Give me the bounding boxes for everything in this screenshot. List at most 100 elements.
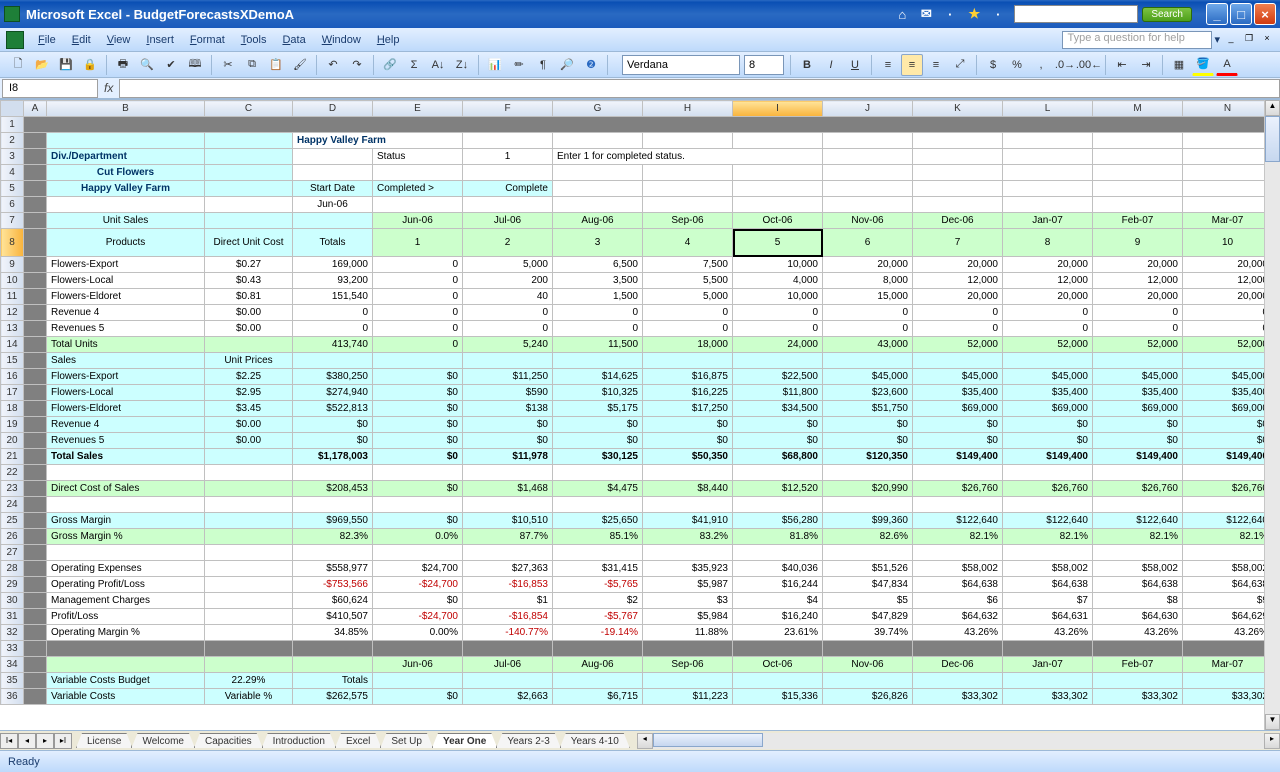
menu-file[interactable]: File xyxy=(30,32,64,48)
cell[interactable]: $58,002 xyxy=(1093,561,1183,577)
cell[interactable]: $122,640 xyxy=(1003,513,1093,529)
cell[interactable]: $0 xyxy=(1003,417,1093,433)
col-header-A[interactable]: A xyxy=(24,101,47,117)
cell[interactable]: -$16,854 xyxy=(463,609,553,625)
cell[interactable]: -140.77% xyxy=(463,625,553,641)
cell[interactable] xyxy=(643,197,733,213)
cell[interactable] xyxy=(1003,497,1093,513)
cell[interactable] xyxy=(823,545,913,561)
cell[interactable]: Gross Margin % xyxy=(47,529,205,545)
cell[interactable] xyxy=(1093,673,1183,689)
worksheet-grid[interactable]: ABCDEFGHIJKLMN12Happy Valley Farm3Div./D… xyxy=(0,99,1280,730)
cell[interactable] xyxy=(24,385,47,401)
cell[interactable]: 82.1% xyxy=(1093,529,1183,545)
cell[interactable] xyxy=(733,673,823,689)
cell[interactable]: $5,175 xyxy=(553,401,643,417)
row-header-18[interactable]: 18 xyxy=(1,401,24,417)
cell[interactable]: Dec-06 xyxy=(913,213,1003,229)
cell[interactable]: $522,813 xyxy=(293,401,373,417)
cell[interactable]: Flowers-Eldoret xyxy=(47,289,205,305)
cell[interactable] xyxy=(24,513,47,529)
cell[interactable]: $138 xyxy=(463,401,553,417)
cell[interactable]: $50,350 xyxy=(643,449,733,465)
cell[interactable]: Operating Margin % xyxy=(47,625,205,641)
cell[interactable]: $26,760 xyxy=(1093,481,1183,497)
cell[interactable]: $10,325 xyxy=(553,385,643,401)
cell[interactable] xyxy=(553,197,643,213)
cell[interactable] xyxy=(1003,465,1093,481)
worksheet-tab-set-up[interactable]: Set Up xyxy=(380,733,433,748)
row-header-9[interactable]: 9 xyxy=(1,257,24,273)
cell[interactable]: Direct Cost of Sales xyxy=(47,481,205,497)
cell[interactable]: 24,000 xyxy=(733,337,823,353)
scroll-thumb[interactable] xyxy=(1265,116,1280,162)
col-header-E[interactable]: E xyxy=(373,101,463,117)
cell[interactable]: $69,000 xyxy=(1003,401,1093,417)
cell[interactable] xyxy=(24,417,47,433)
cell[interactable] xyxy=(24,449,47,465)
cell[interactable] xyxy=(24,133,47,149)
cell[interactable] xyxy=(1183,149,1273,165)
cell[interactable]: 8,000 xyxy=(823,273,913,289)
worksheet-tab-year-one[interactable]: Year One xyxy=(432,733,497,748)
cell[interactable] xyxy=(1003,641,1093,657)
cell[interactable]: $56,280 xyxy=(733,513,823,529)
cell[interactable]: 0 xyxy=(293,305,373,321)
col-header-I[interactable]: I xyxy=(733,101,823,117)
cell[interactable] xyxy=(823,353,913,369)
cell[interactable]: $16,244 xyxy=(733,577,823,593)
cell[interactable]: $16,225 xyxy=(643,385,733,401)
cell[interactable] xyxy=(553,165,643,181)
tab-nav-prev[interactable]: ◂ xyxy=(18,733,36,749)
cell[interactable]: $0.00 xyxy=(205,433,293,449)
cell[interactable] xyxy=(733,165,823,181)
cell[interactable] xyxy=(553,673,643,689)
cell[interactable]: 5,000 xyxy=(643,289,733,305)
col-header-K[interactable]: K xyxy=(913,101,1003,117)
cell[interactable]: $120,350 xyxy=(823,449,913,465)
worksheet-tab-license[interactable]: License xyxy=(76,733,132,748)
cell[interactable]: 20,000 xyxy=(1183,257,1273,273)
cell[interactable] xyxy=(463,673,553,689)
cell[interactable]: Feb-07 xyxy=(1093,657,1183,673)
row-header-19[interactable]: 19 xyxy=(1,417,24,433)
cell[interactable]: Profit/Loss xyxy=(47,609,205,625)
decrease-indent-icon[interactable]: ⇤ xyxy=(1111,54,1133,76)
mdi-minimize-icon[interactable]: _ xyxy=(1224,33,1238,47)
cut-icon[interactable]: ✂ xyxy=(217,54,239,76)
cell[interactable] xyxy=(1183,673,1273,689)
help-icon[interactable]: ❷ xyxy=(580,54,602,76)
cell[interactable]: 0 xyxy=(1183,305,1273,321)
cell[interactable]: Completed > xyxy=(373,181,463,197)
cell[interactable]: 4 xyxy=(643,229,733,257)
cell[interactable]: $1 xyxy=(463,593,553,609)
cell[interactable]: $47,829 xyxy=(823,609,913,625)
cell[interactable] xyxy=(1183,133,1273,149)
cell[interactable]: Revenues 5 xyxy=(47,321,205,337)
paste-icon[interactable]: 📋 xyxy=(265,54,287,76)
cell[interactable] xyxy=(823,497,913,513)
cell[interactable]: Flowers-Local xyxy=(47,385,205,401)
cell[interactable]: 0 xyxy=(913,321,1003,337)
cell[interactable]: 0 xyxy=(643,305,733,321)
cell[interactable] xyxy=(47,197,205,213)
cell[interactable] xyxy=(24,117,1273,133)
cell[interactable]: Unit Prices xyxy=(205,353,293,369)
cell[interactable]: $20,990 xyxy=(823,481,913,497)
cell[interactable]: $0 xyxy=(373,417,463,433)
cell[interactable] xyxy=(1093,497,1183,513)
cell[interactable] xyxy=(733,353,823,369)
increase-decimal-icon[interactable]: .0→ xyxy=(1054,54,1076,76)
cell[interactable]: Unit Sales xyxy=(47,213,205,229)
cell[interactable]: $45,000 xyxy=(913,369,1003,385)
drawing-icon[interactable]: ✏ xyxy=(508,54,530,76)
cell[interactable]: 11.88% xyxy=(643,625,733,641)
cell[interactable]: $6 xyxy=(913,593,1003,609)
cell[interactable]: $64,632 xyxy=(913,609,1003,625)
formula-input[interactable] xyxy=(119,79,1280,98)
cell[interactable]: 10 xyxy=(1183,229,1273,257)
bold-icon[interactable]: B xyxy=(796,54,818,76)
cell[interactable]: 0 xyxy=(553,321,643,337)
cell[interactable]: Variable Costs xyxy=(47,689,205,705)
cell[interactable] xyxy=(373,497,463,513)
